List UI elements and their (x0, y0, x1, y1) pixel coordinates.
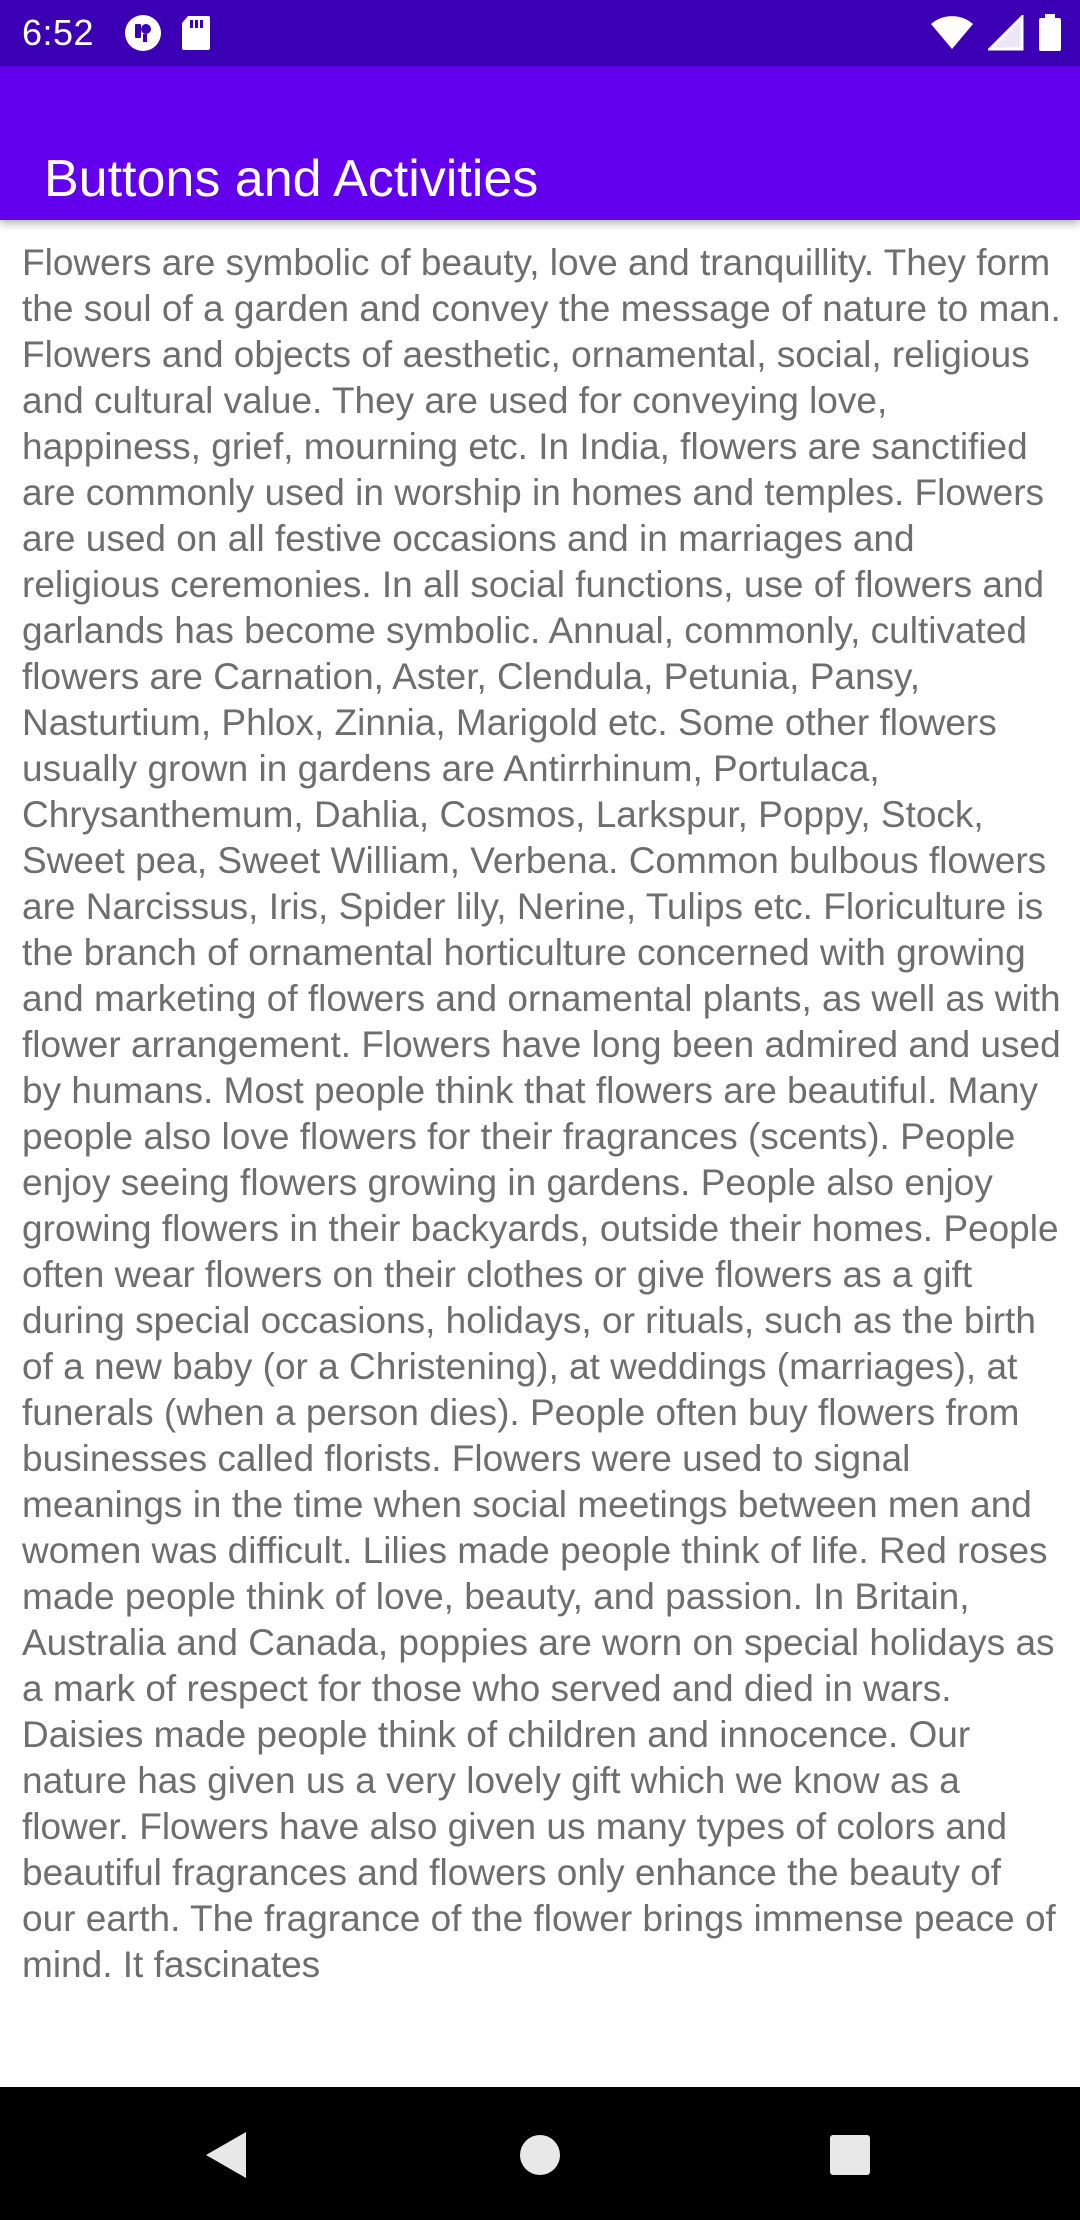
recents-icon (829, 2134, 871, 2181)
notification-app-icon (124, 14, 162, 52)
back-button[interactable] (196, 2127, 256, 2187)
recents-button[interactable] (820, 2127, 880, 2187)
home-button[interactable] (510, 2127, 570, 2187)
status-bar: 6:52 (0, 0, 1080, 66)
app-bar: Buttons and Activities (0, 66, 1080, 220)
sd-card-icon (180, 14, 212, 52)
scrollable-content[interactable]: Flowers are symbolic of beauty, love and… (22, 240, 1062, 2065)
battery-icon (1038, 14, 1062, 52)
status-right-icons (930, 14, 1062, 52)
body-text: Flowers are symbolic of beauty, love and… (22, 242, 1061, 1985)
back-icon (204, 2130, 248, 2185)
cellular-signal-icon (988, 15, 1024, 51)
wifi-icon (930, 15, 974, 51)
navigation-bar (0, 2087, 1080, 2220)
page-title: Buttons and Activities (44, 149, 539, 208)
home-icon (519, 2134, 561, 2181)
status-left-icons (124, 14, 212, 52)
status-time: 6:52 (22, 12, 95, 53)
